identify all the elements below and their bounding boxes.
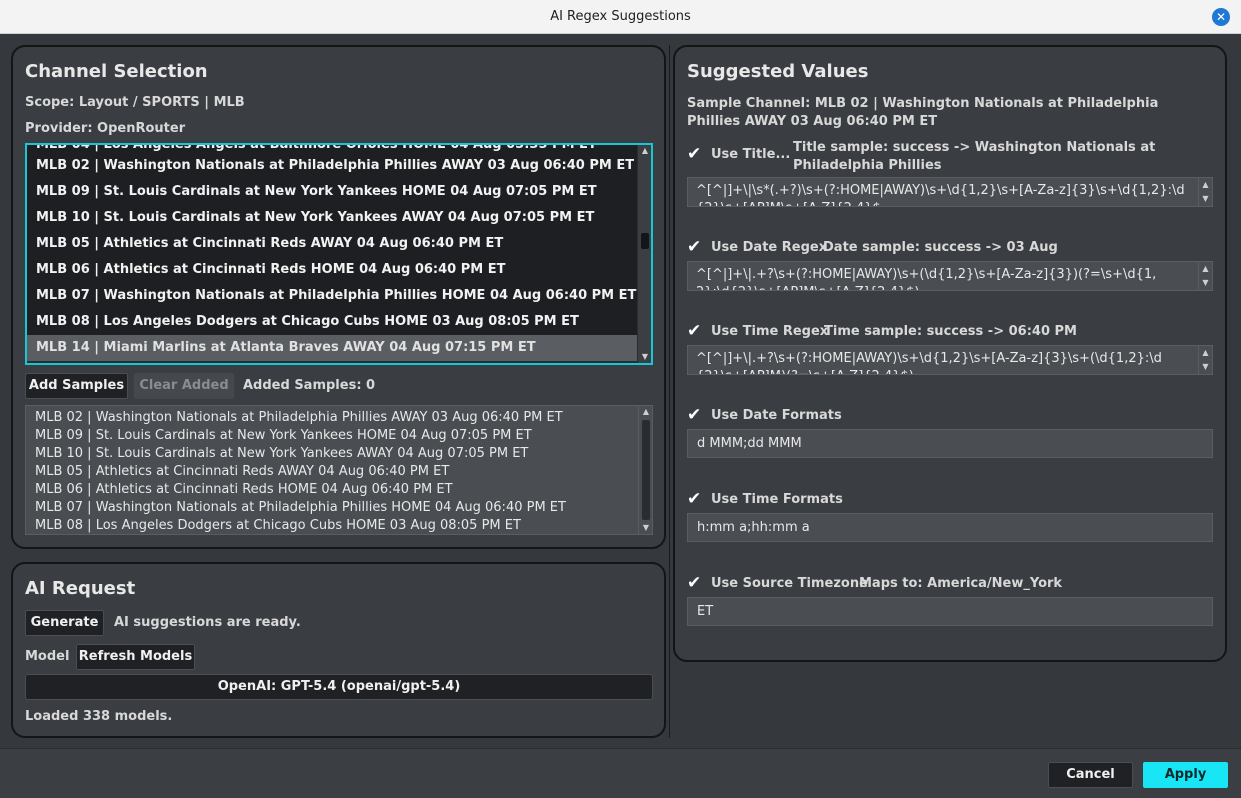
- added-list-scrollbar[interactable]: ▲ ▼: [638, 406, 652, 534]
- suggested-values-panel: Suggested Values Sample Channel: MLB 02 …: [673, 45, 1227, 662]
- regex-scrollbar[interactable]: ▲ ▼: [1198, 262, 1212, 290]
- list-item: MLB 07 | Washington Nationals at Philade…: [35, 500, 566, 515]
- list-item: MLB 05 | Athletics at Cincinnati Reds AW…: [35, 464, 450, 479]
- date-sample-text: Date sample: success -> 03 Aug: [823, 240, 1058, 255]
- source-timezone-input[interactable]: ET: [687, 597, 1213, 626]
- checkmark-icon[interactable]: ✔: [687, 146, 703, 163]
- apply-button[interactable]: Apply: [1143, 762, 1228, 788]
- refresh-models-button[interactable]: Refresh Models: [76, 644, 195, 670]
- date-formats-input[interactable]: d MMM;dd MMM: [687, 429, 1213, 458]
- list-item[interactable]: MLB 09 | St. Louis Cardinals at New York…: [27, 179, 637, 205]
- chevron-down-icon[interactable]: ▼: [639, 522, 652, 534]
- dialog-footer: Cancel Apply: [0, 748, 1241, 798]
- chevron-up-icon[interactable]: ▲: [1199, 262, 1212, 276]
- time-formats-input[interactable]: h:mm a;hh:mm a: [687, 513, 1213, 542]
- channel-list-scrollbar[interactable]: ▲ ▼: [637, 145, 651, 363]
- chevron-down-icon[interactable]: ▼: [638, 351, 651, 363]
- list-item[interactable]: MLB 07 | Washington Nationals at Philade…: [27, 283, 637, 309]
- scrollbar-thumb[interactable]: [642, 420, 650, 520]
- model-select[interactable]: OpenAI: GPT-5.4 (openai/gpt-5.4): [25, 674, 653, 700]
- time-regex-field[interactable]: ^[^|]+\|.+?\s+(?:HOME|AWAY)\s+\d{1,2}\s+…: [687, 345, 1213, 375]
- checkmark-icon[interactable]: ✔: [687, 491, 703, 508]
- list-item[interactable]: MLB 06 | Athletics at Cincinnati Reds HO…: [27, 257, 637, 283]
- checkmark-icon[interactable]: ✔: [687, 407, 703, 424]
- list-item: MLB 10 | St. Louis Cardinals at New York…: [35, 446, 529, 461]
- checkmark-icon[interactable]: ✔: [687, 575, 703, 592]
- use-title-checkbox-label[interactable]: Use Title...: [711, 147, 790, 162]
- chevron-down-icon[interactable]: ▼: [1199, 192, 1212, 206]
- chevron-down-icon[interactable]: ▼: [1199, 276, 1212, 290]
- title-regex-value: ^[^|]+\|\s*(.+?)\s+(?:HOME|AWAY)\s+\d{1,…: [696, 183, 1185, 206]
- chevron-down-icon[interactable]: ▼: [1199, 360, 1212, 374]
- sample-channel-text: Sample Channel: MLB 02 | Washington Nati…: [687, 96, 1159, 129]
- use-source-timezone-checkbox-label[interactable]: Use Source Timezone: [711, 576, 868, 591]
- timezone-maps-text: Maps to: America/New_York: [859, 576, 1063, 591]
- chevron-up-icon[interactable]: ▲: [1199, 346, 1212, 360]
- window-title: AI Regex Suggestions: [550, 9, 691, 24]
- model-label: Model: [25, 649, 70, 664]
- ai-request-panel: AI Request Generate AI suggestions are r…: [11, 562, 666, 738]
- list-item: MLB 06 | Athletics at Cincinnati Reds HO…: [35, 482, 453, 497]
- list-item[interactable]: MLB 08 | Los Angeles Dodgers at Chicago …: [27, 309, 637, 335]
- regex-scrollbar[interactable]: ▲ ▼: [1198, 346, 1212, 374]
- channel-list[interactable]: MLB 04 | Los Angeles Angels at Baltimore…: [25, 143, 653, 365]
- chevron-up-icon[interactable]: ▲: [1199, 178, 1212, 192]
- channel-selection-heading: Channel Selection: [25, 61, 208, 82]
- clear-added-button[interactable]: Clear Added: [134, 373, 234, 399]
- title-bar: AI Regex Suggestions ✕: [0, 0, 1241, 34]
- added-samples-list[interactable]: MLB 02 | Washington Nationals at Philade…: [25, 405, 653, 535]
- list-item: MLB 02 | Washington Nationals at Philade…: [35, 410, 563, 425]
- checkmark-icon[interactable]: ✔: [687, 323, 703, 340]
- date-regex-field[interactable]: ^[^|]+\|.+?\s+(?:HOME|AWAY)\s+(\d{1,2}\s…: [687, 261, 1213, 291]
- added-samples-count: Added Samples: 0: [243, 378, 376, 393]
- list-item[interactable]: MLB 10 | St. Louis Cardinals at New York…: [27, 205, 637, 231]
- list-item: MLB 08 | Los Angeles Dodgers at Chicago …: [35, 518, 521, 533]
- loaded-models-text: Loaded 338 models.: [25, 709, 173, 724]
- use-date-formats-checkbox-label[interactable]: Use Date Formats: [711, 408, 842, 423]
- list-item[interactable]: MLB 14 | Miami Marlins at Atlanta Braves…: [27, 335, 637, 361]
- list-item[interactable]: MLB 05 | Athletics at Cincinnati Reds AW…: [27, 231, 637, 257]
- scope-label: Scope: Layout / SPORTS | MLB: [25, 95, 245, 110]
- panel-divider: [669, 45, 670, 738]
- list-item[interactable]: MLB 02 | Washington Nationals at Philade…: [27, 153, 637, 179]
- dialog-body: Channel Selection Scope: Layout / SPORTS…: [0, 34, 1241, 748]
- chevron-up-icon[interactable]: ▲: [639, 406, 652, 418]
- channel-selection-panel: Channel Selection Scope: Layout / SPORTS…: [11, 45, 666, 549]
- close-icon[interactable]: ✕: [1212, 8, 1230, 26]
- list-item: MLB 09 | St. Louis Cardinals at New York…: [35, 428, 532, 443]
- time-regex-value: ^[^|]+\|.+?\s+(?:HOME|AWAY)\s+\d{1,2}\s+…: [696, 351, 1162, 374]
- date-regex-value: ^[^|]+\|.+?\s+(?:HOME|AWAY)\s+(\d{1,2}\s…: [696, 267, 1157, 290]
- ai-status-text: AI suggestions are ready.: [114, 615, 301, 630]
- suggested-values-heading: Suggested Values: [687, 61, 869, 82]
- use-time-regex-checkbox-label[interactable]: Use Time Regex: [711, 324, 828, 339]
- regex-scrollbar[interactable]: ▲ ▼: [1198, 178, 1212, 206]
- provider-label: Provider: OpenRouter: [25, 121, 186, 136]
- use-time-formats-checkbox-label[interactable]: Use Time Formats: [711, 492, 843, 507]
- use-date-regex-checkbox-label[interactable]: Use Date Regex: [711, 240, 827, 255]
- scrollbar-thumb[interactable]: [641, 233, 649, 249]
- add-samples-button[interactable]: Add Samples: [25, 373, 128, 399]
- generate-button[interactable]: Generate: [25, 610, 104, 636]
- checkmark-icon[interactable]: ✔: [687, 239, 703, 256]
- title-regex-field[interactable]: ^[^|]+\|\s*(.+?)\s+(?:HOME|AWAY)\s+\d{1,…: [687, 177, 1213, 207]
- ai-request-heading: AI Request: [25, 578, 136, 599]
- cancel-button[interactable]: Cancel: [1048, 762, 1133, 788]
- chevron-up-icon[interactable]: ▲: [638, 145, 651, 157]
- title-sample-text: Title sample: success -> Washington Nati…: [793, 140, 1156, 173]
- time-sample-text: Time sample: success -> 06:40 PM: [824, 324, 1077, 339]
